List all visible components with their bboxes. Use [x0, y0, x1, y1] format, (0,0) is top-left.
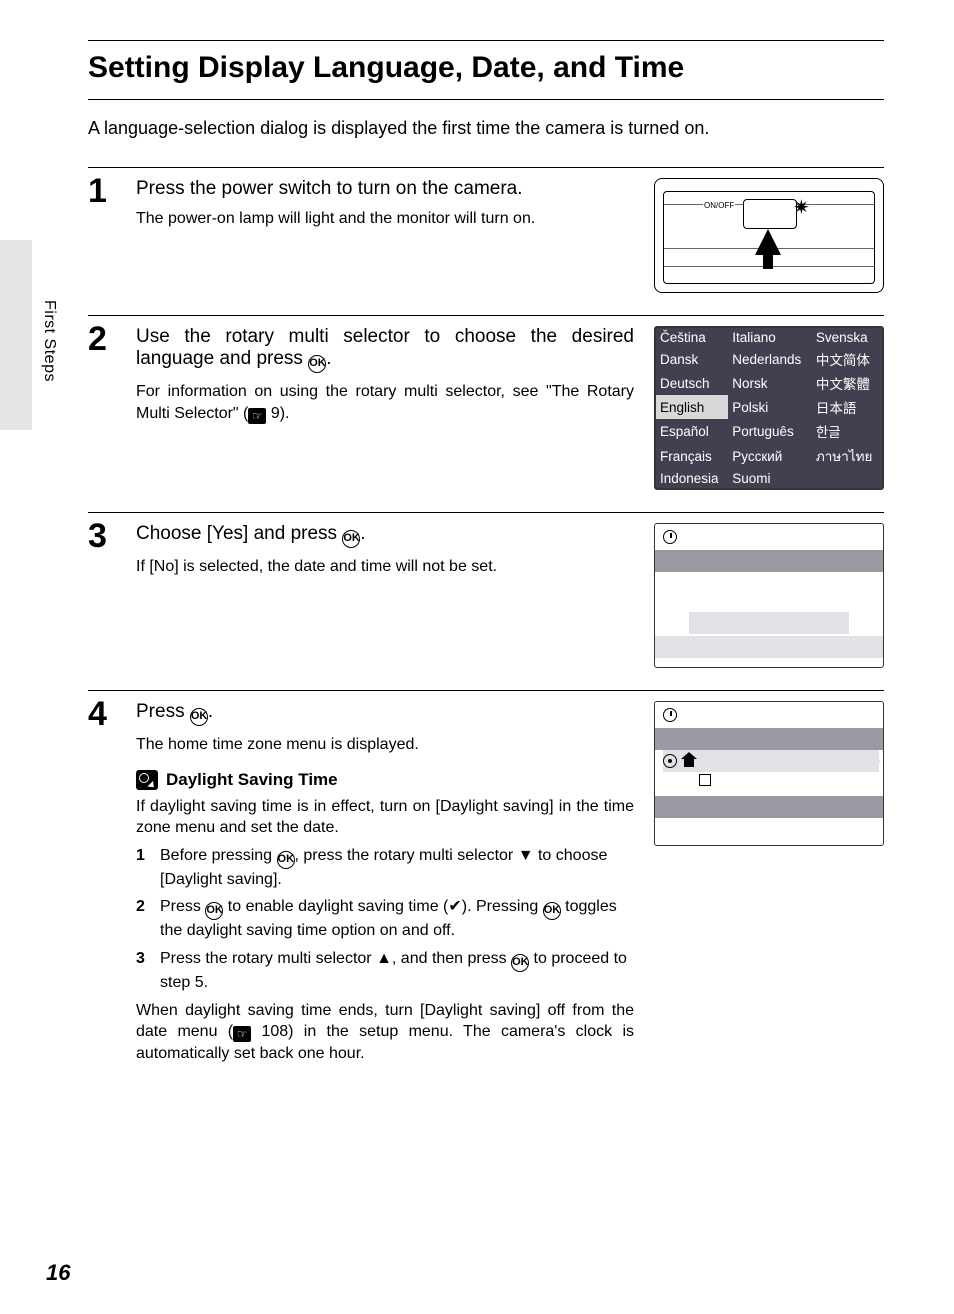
dst-intro: If daylight saving time is in effect, tu… [136, 796, 634, 839]
dst-icon [136, 770, 158, 790]
language-option: English [656, 395, 728, 419]
language-option: Dansk [656, 347, 728, 371]
top-rule [88, 40, 884, 41]
date-prompt-screen [654, 523, 884, 668]
language-option: Svenska [812, 328, 882, 347]
step-desc: The power-on lamp will light and the mon… [136, 208, 634, 230]
language-menu: ČeštinaItalianoSvenska DanskNederlands中文简… [654, 326, 884, 490]
step-title: Press OK. [136, 701, 634, 726]
step-number: 1 [88, 174, 116, 208]
clock-icon [663, 530, 677, 544]
ok-icon: OK [277, 851, 295, 869]
step-number: 2 [88, 322, 116, 356]
step-number: 3 [88, 519, 116, 553]
language-option: Italiano [728, 328, 812, 347]
chevron-right-icon [869, 750, 881, 772]
step-number: 4 [88, 697, 116, 731]
step-title: Press the power switch to turn on the ca… [136, 178, 634, 200]
step-title: Use the rotary multi selector to choose … [136, 326, 634, 373]
language-option: Русский [728, 443, 812, 469]
intro-text: A language-selection dialog is displayed… [88, 118, 884, 139]
language-option: Español [656, 419, 728, 443]
step-2: 2 Use the rotary multi selector to choos… [88, 315, 884, 490]
reference-icon: ☞ [233, 1026, 251, 1042]
page-number: 16 [46, 1260, 70, 1286]
language-option: ภาษาไทย [812, 443, 882, 469]
language-option: Norsk [728, 371, 812, 395]
home-icon [681, 753, 699, 769]
step-title: Choose [Yes] and press OK. [136, 523, 634, 548]
language-option: Português [728, 419, 812, 443]
checkbox-icon [699, 774, 711, 786]
reference-icon: ☞ [248, 408, 266, 424]
ok-icon: OK [205, 902, 223, 920]
language-option: Nederlands [728, 347, 812, 371]
ok-icon: OK [543, 902, 561, 920]
language-option: 中文繁體 [812, 371, 882, 395]
language-option: 中文简体 [812, 347, 882, 371]
language-option: Indonesia [656, 469, 728, 488]
target-icon [663, 754, 677, 768]
language-option: Suomi [728, 469, 812, 488]
step-desc: If [No] is selected, the date and time w… [136, 556, 634, 578]
step-desc: For information on using the rotary mult… [136, 381, 634, 424]
step-3: 3 Choose [Yes] and press OK. If [No] is … [88, 512, 884, 668]
camera-illustration: ON/OFF [654, 178, 884, 293]
language-option: Čeština [656, 328, 728, 347]
dst-sublist: 1 Before pressing OK, press the rotary m… [136, 845, 634, 994]
timezone-screen [654, 701, 884, 846]
lamp-icon [795, 199, 811, 215]
language-option [812, 469, 882, 488]
ok-icon: OK [511, 954, 529, 972]
onoff-label: ON/OFF [703, 201, 735, 210]
ok-icon: OK [190, 708, 208, 726]
ok-icon: OK [308, 355, 326, 373]
language-option: Polski [728, 395, 812, 419]
page-title: Setting Display Language, Date, and Time [88, 45, 884, 100]
step-4: 4 Press OK. The home time zone menu is d… [88, 690, 884, 1068]
ok-icon: OK [342, 530, 360, 548]
language-option: 日本語 [812, 395, 882, 419]
language-option: Deutsch [656, 371, 728, 395]
language-option: Français [656, 443, 728, 469]
dst-outro: When daylight saving time ends, turn [Da… [136, 1000, 634, 1065]
clock-icon [663, 708, 677, 722]
page: Setting Display Language, Date, and Time… [0, 0, 954, 1130]
power-switch-icon [743, 199, 797, 229]
step-1: 1 Press the power switch to turn on the … [88, 167, 884, 293]
dst-heading: Daylight Saving Time [136, 770, 634, 790]
step-desc: The home time zone menu is displayed. [136, 734, 634, 756]
language-option: 한글 [812, 419, 882, 443]
